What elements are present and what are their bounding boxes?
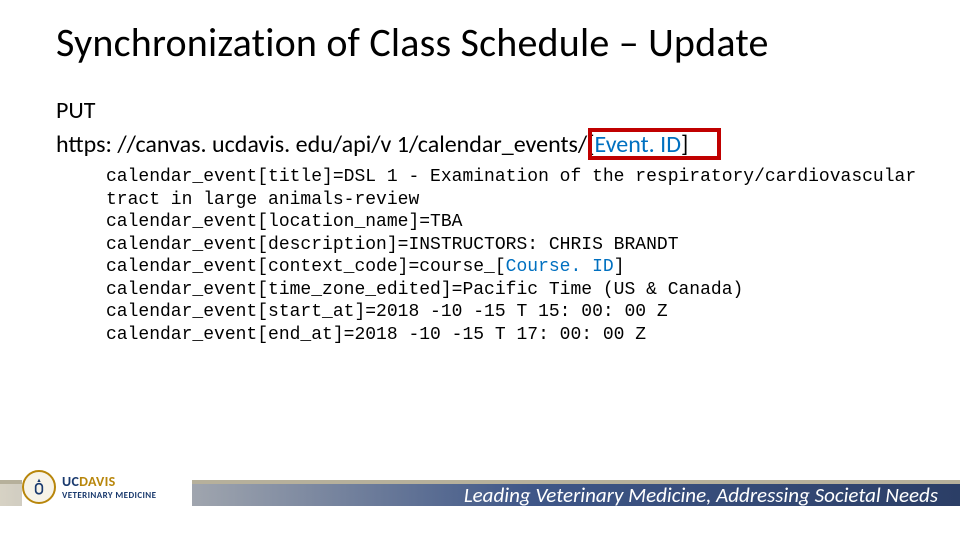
request-params: calendar_event[title]=DSL 1 - Examinatio…	[106, 166, 916, 346]
logo-uc-text: UC	[62, 473, 79, 490]
seal-icon	[22, 470, 56, 504]
param-end: calendar_event[end_at]=2018 -10 -15 T 17…	[106, 325, 646, 345]
logo-uc: UCDAVIS	[62, 475, 156, 489]
logo-subtitle: VETERINARY MEDICINE	[62, 491, 156, 500]
param-title: calendar_event[title]=DSL 1 - Examinatio…	[106, 167, 916, 187]
http-method: PUT	[56, 96, 96, 125]
param-title-cont: tract in large animals-review	[106, 190, 419, 210]
param-context-b: ]	[614, 257, 625, 277]
param-course-id: Course. ID	[506, 257, 614, 277]
param-context-a: calendar_event[context_code]=course_[	[106, 257, 506, 277]
logo-text: UCDAVIS VETERINARY MEDICINE	[62, 475, 156, 500]
logo-wrap: UCDAVIS VETERINARY MEDICINE	[22, 470, 192, 514]
slide-title: Synchronization of Class Schedule – Upda…	[56, 18, 769, 67]
ucdavis-logo: UCDAVIS VETERINARY MEDICINE	[22, 470, 156, 504]
param-description: calendar_event[description]=INSTRUCTORS:…	[106, 235, 679, 255]
url-base: https: //canvas. ucdavis. edu/api/v 1/ca…	[56, 130, 595, 159]
footer: UCDAVIS VETERINARY MEDICINE Leading Vete…	[0, 474, 960, 514]
param-timezone: calendar_event[time_zone_edited]=Pacific…	[106, 280, 743, 300]
param-location: calendar_event[location_name]=TBA	[106, 212, 462, 232]
highlight-box	[588, 128, 721, 160]
param-start: calendar_event[start_at]=2018 -10 -15 T …	[106, 302, 668, 322]
footer-tagline: Leading Veterinary Medicine, Addressing …	[464, 482, 938, 508]
slide: Synchronization of Class Schedule – Upda…	[0, 0, 960, 540]
logo-davis-text: DAVIS	[79, 473, 115, 490]
